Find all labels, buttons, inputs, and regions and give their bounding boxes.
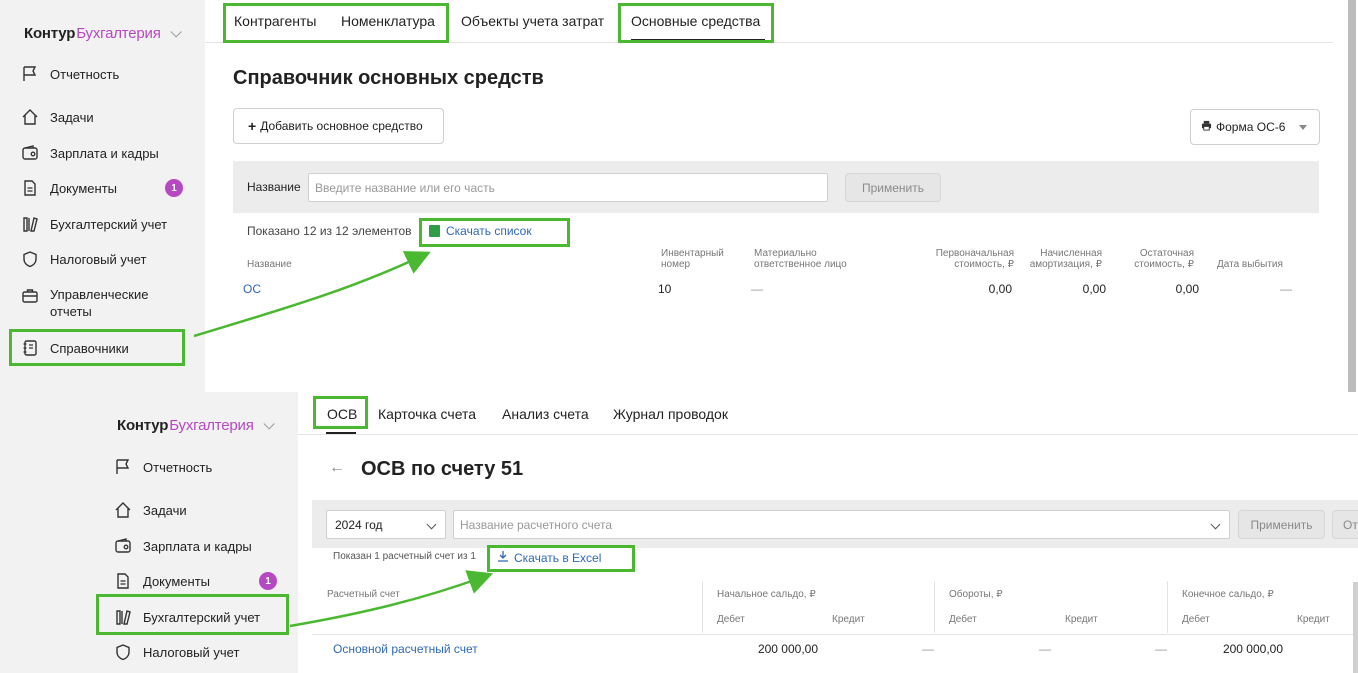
top-nav-tasks[interactable]: Задачи — [20, 107, 94, 127]
chevron-down-icon — [1210, 519, 1221, 530]
bottom-nav-salary[interactable]: Зарплата и кадры — [113, 536, 252, 556]
highlight-tab-osv — [313, 396, 368, 429]
top-scrollbar[interactable] — [1348, 0, 1356, 392]
table-header-divider — [312, 634, 1358, 635]
apply-filter-button[interactable]: Применить — [845, 173, 941, 202]
highlight-download-list — [419, 218, 570, 247]
highlight-tabs-left — [223, 3, 449, 43]
shield-icon — [113, 642, 133, 662]
bottom-scrollbar[interactable] — [1353, 582, 1358, 673]
briefcase-icon — [20, 286, 40, 306]
asset-disposal-date: — — [1280, 282, 1292, 296]
bottom-brand-logo[interactable]: Контур Бухгалтерия — [117, 417, 275, 434]
highlight-directories — [9, 329, 185, 366]
bottom-nav-tasks[interactable]: Задачи — [113, 500, 187, 520]
opening-credit-value: — — [922, 642, 934, 656]
col-account: Расчетный счет — [327, 589, 400, 600]
form-os6-dropdown[interactable]: Форма ОС-6 — [1190, 109, 1320, 145]
highlight-accounting — [96, 594, 289, 635]
top-screenshot: Контур Бухгалтерия Отчетность Задачи Зар… — [0, 0, 1358, 392]
col-divider-3 — [1167, 581, 1168, 633]
shown-count-text: Показано 12 из 12 элементов — [247, 224, 412, 238]
flag-icon — [20, 64, 40, 84]
documents-badge: 1 — [259, 572, 277, 590]
bottom-screenshot: Контур Бухгалтерия Отчетность Задачи Зар… — [0, 392, 1358, 673]
tab-account-card[interactable]: Карточка счета — [378, 406, 476, 422]
col-inventory: Инвентарный номер — [661, 248, 724, 270]
tabs-divider — [298, 434, 1358, 435]
col-turnover-credit: Кредит — [1065, 614, 1098, 625]
cut-off-button[interactable]: От — [1332, 510, 1358, 539]
apply-button[interactable]: Применить — [1238, 510, 1325, 539]
col-turnover: Обороты, ₽ — [949, 589, 1003, 600]
shown-count-text: Показан 1 расчетный счет из 1 — [333, 551, 476, 562]
plus-icon: + — [248, 118, 257, 134]
col-turnover-debit: Дебет — [949, 614, 977, 625]
bottom-nav-documents[interactable]: Документы — [113, 571, 210, 591]
top-nav-salary[interactable]: Зарплата и кадры — [20, 143, 159, 163]
year-select[interactable]: 2024 год — [326, 510, 446, 539]
shield-icon — [20, 249, 40, 269]
asset-initial-cost: 0,00 — [988, 282, 1012, 296]
bottom-nav-tax[interactable]: Налоговый учет — [113, 642, 239, 662]
col-name: Название — [247, 259, 292, 270]
name-search-input[interactable]: Введите название или его часть — [308, 173, 828, 202]
turnover-credit-value: — — [1155, 642, 1167, 656]
col-initial-cost: Первоначальная стоимость, ₽ — [935, 248, 1014, 270]
back-arrow-icon[interactable]: ← — [329, 459, 345, 477]
document-icon — [113, 571, 133, 591]
col-divider-1 — [702, 581, 703, 633]
home-icon — [20, 107, 40, 127]
col-closing-balance: Конечное сальдо, ₽ — [1182, 589, 1274, 600]
books-icon — [20, 214, 40, 234]
asset-inventory: 10 — [658, 282, 672, 296]
col-opening-balance: Начальное сальдо, ₽ — [717, 589, 816, 600]
col-opening-credit: Кредит — [832, 614, 865, 625]
highlight-download-excel — [487, 545, 635, 572]
filter-name-label: Название — [247, 180, 301, 194]
top-nav-management-reports[interactable]: Управленческие отчеты — [20, 286, 160, 320]
top-nav-documents[interactable]: Документы — [20, 178, 117, 198]
col-depreciation: Начисленная амортизация, ₽ — [1029, 248, 1102, 270]
home-icon — [113, 500, 133, 520]
top-nav-reporting[interactable]: Отчетность — [20, 64, 119, 84]
highlight-tab-fixed-assets — [618, 3, 774, 43]
account-name-link[interactable]: Основной расчетный счет — [333, 642, 478, 656]
caret-down-icon — [1299, 124, 1308, 130]
opening-debit-value: 200 000,00 — [757, 642, 818, 656]
top-nav-accounting[interactable]: Бухгалтерский учет — [20, 214, 167, 234]
asset-residual: 0,00 — [1175, 282, 1199, 296]
asset-responsible: — — [751, 282, 763, 296]
tab-account-analysis[interactable]: Анализ счета — [502, 406, 589, 422]
wallet-icon — [20, 143, 40, 163]
closing-debit-value: 200 000,00 — [1222, 642, 1283, 656]
flag-icon — [113, 457, 133, 477]
asset-name-link[interactable]: ОС — [243, 282, 261, 296]
col-responsible: Материально ответственное лицо — [754, 248, 847, 270]
top-brand-logo[interactable]: Контур Бухгалтерия — [24, 25, 182, 42]
col-closing-credit: Кредит — [1297, 614, 1330, 625]
col-disposal-date: Дата выбытия — [1217, 259, 1283, 270]
col-divider-2 — [934, 581, 935, 633]
col-residual: Остаточная стоимость, ₽ — [1134, 248, 1194, 270]
turnover-debit-value: — — [1039, 642, 1051, 656]
documents-badge: 1 — [165, 179, 183, 197]
chevron-down-icon — [426, 519, 437, 530]
wallet-icon — [113, 536, 133, 556]
col-closing-debit: Дебет — [1182, 614, 1210, 625]
tab-posting-journal[interactable]: Журнал проводок — [613, 406, 728, 422]
add-fixed-asset-button[interactable]: + Добавить основное средство — [233, 108, 444, 144]
tab-cost-objects[interactable]: Объекты учета затрат — [461, 13, 604, 29]
col-opening-debit: Дебет — [717, 614, 745, 625]
asset-depreciation: 0,00 — [1082, 282, 1106, 296]
top-nav-tax[interactable]: Налоговый учет — [20, 249, 146, 269]
page-title: ОСВ по счету 51 — [361, 458, 524, 480]
document-icon — [20, 178, 40, 198]
printer-icon — [1201, 120, 1212, 134]
account-name-input[interactable]: Название расчетного счета — [453, 510, 1230, 539]
page-title: Справочник основных средств — [233, 67, 544, 89]
bottom-nav-reporting[interactable]: Отчетность — [113, 457, 212, 477]
